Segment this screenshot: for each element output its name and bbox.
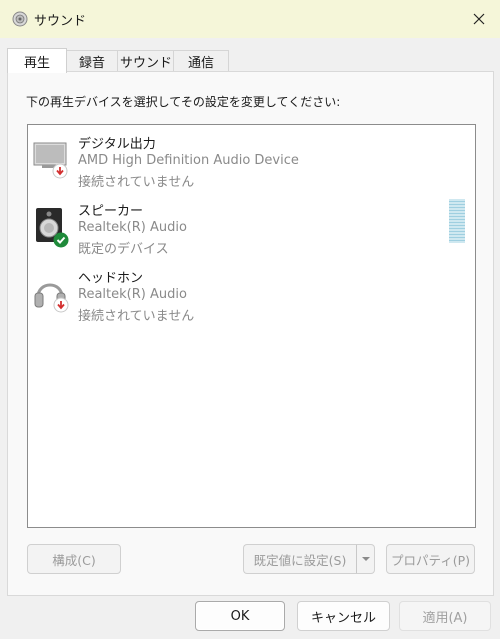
window-title: サウンド: [34, 14, 87, 29]
device-driver: Realtek(R) Audio: [78, 287, 187, 302]
device-item-speakers[interactable]: スピーカー Realtek(R) Audio 既定のデバイス: [28, 200, 473, 264]
tab-communications[interactable]: 通信: [173, 50, 229, 72]
device-name: スピーカー: [78, 204, 144, 219]
device-item-digital-output[interactable]: デジタル出力 AMD High Definition Audio Device …: [28, 133, 473, 197]
speaker-device-icon: [36, 208, 69, 248]
device-driver: AMD High Definition Audio Device: [78, 153, 299, 168]
device-status: 既定のデバイス: [78, 242, 169, 257]
speaker-icon: [12, 11, 28, 27]
tab-recording[interactable]: 録音: [65, 50, 119, 72]
device-driver: Realtek(R) Audio: [78, 220, 187, 235]
title-bar: サウンド: [0, 0, 500, 38]
tab-label: 通信: [187, 56, 214, 71]
device-name: デジタル出力: [78, 137, 156, 152]
close-icon: [473, 13, 485, 25]
instruction-text: 下の再生デバイスを選択してその設定を変更してください:: [26, 95, 341, 109]
ok-button[interactable]: OK: [195, 601, 285, 631]
set-default-dropdown-button[interactable]: [356, 544, 375, 574]
tab-label: サウンド: [119, 56, 172, 71]
set-default-button[interactable]: 既定値に設定(S): [243, 544, 356, 574]
apply-button[interactable]: 適用(A): [399, 601, 491, 631]
device-item-headphones[interactable]: ヘッドホン Realtek(R) Audio 接続されていません: [28, 267, 473, 331]
device-status: 接続されていません: [78, 175, 195, 190]
playback-panel: 下の再生デバイスを選択してその設定を変更してください: デジタル出力 AMD H…: [7, 71, 494, 596]
tab-sounds[interactable]: サウンド: [117, 50, 175, 72]
device-name: ヘッドホン: [78, 271, 144, 286]
configure-button[interactable]: 構成(C): [27, 544, 121, 574]
chevron-down-icon: [361, 557, 370, 561]
monitor-icon: [33, 142, 68, 179]
device-list[interactable]: デジタル出力 AMD High Definition Audio Device …: [27, 124, 476, 528]
device-status: 接続されていません: [78, 309, 195, 324]
tab-playback[interactable]: 再生: [7, 48, 67, 73]
cancel-button[interactable]: キャンセル: [297, 601, 390, 631]
tab-label: 録音: [78, 56, 105, 71]
headphones-icon: [34, 283, 69, 313]
tab-label: 再生: [23, 55, 50, 71]
volume-level-meter: [449, 199, 465, 243]
close-button[interactable]: [458, 0, 500, 38]
properties-button[interactable]: プロパティ(P): [386, 544, 475, 574]
